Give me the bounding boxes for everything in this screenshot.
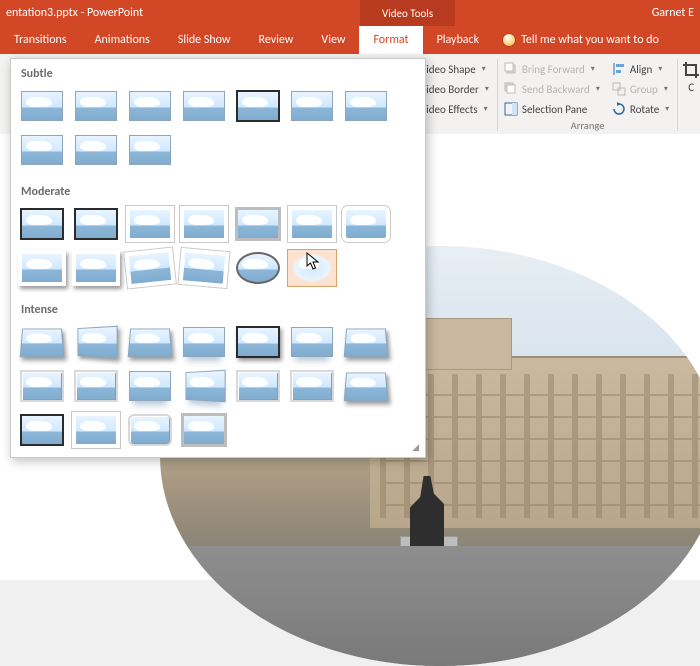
chevron-down-icon: ▾	[485, 84, 489, 94]
style-thumb[interactable]	[179, 87, 229, 125]
rotate-icon	[612, 102, 626, 116]
tell-me-search[interactable]: Tell me what you want to do	[493, 26, 669, 54]
send-backward-icon	[504, 82, 518, 96]
style-thumb[interactable]	[287, 87, 337, 125]
style-thumb[interactable]	[125, 249, 175, 287]
arrange-group-label: Arrange	[498, 119, 677, 132]
style-thumb[interactable]	[341, 205, 391, 243]
style-thumb[interactable]	[17, 323, 67, 361]
account-name[interactable]: Garnet E	[652, 0, 694, 26]
send-backward-button[interactable]: Send Backward▾	[502, 79, 602, 99]
document-title: entation3.pptx - PowerPoint	[0, 6, 143, 20]
style-thumb[interactable]	[71, 323, 121, 361]
style-thumb[interactable]	[125, 367, 175, 405]
crop-icon	[682, 61, 700, 79]
style-thumb-selected[interactable]	[287, 249, 337, 287]
style-thumb[interactable]	[71, 87, 121, 125]
rotate-button[interactable]: Rotate▾	[610, 99, 671, 119]
style-thumb[interactable]	[341, 367, 391, 405]
style-thumb[interactable]	[17, 249, 67, 287]
style-thumb[interactable]	[233, 323, 283, 361]
tab-format[interactable]: Format	[359, 26, 422, 54]
style-thumb[interactable]	[125, 205, 175, 243]
style-thumb[interactable]	[17, 205, 67, 243]
tab-playback[interactable]: Playback	[423, 26, 494, 54]
style-thumb[interactable]	[341, 323, 391, 361]
tab-review[interactable]: Review	[245, 26, 308, 54]
style-thumb[interactable]	[125, 87, 175, 125]
style-thumb[interactable]	[17, 411, 67, 449]
style-thumb[interactable]	[71, 249, 121, 287]
style-thumb[interactable]	[233, 367, 283, 405]
style-thumb[interactable]	[287, 205, 337, 243]
chevron-down-icon: ▾	[482, 64, 486, 74]
style-thumb[interactable]	[125, 323, 175, 361]
gallery-resize-handle[interactable]: ◢	[412, 442, 419, 453]
style-thumb[interactable]	[287, 323, 337, 361]
style-thumb[interactable]	[17, 367, 67, 405]
gallery-section-moderate: Moderate	[11, 177, 425, 205]
tab-view[interactable]: View	[307, 26, 359, 54]
bring-forward-button[interactable]: Bring Forward▾	[502, 59, 602, 79]
contextual-tools-label: Video Tools	[360, 0, 455, 26]
chevron-down-icon: ▾	[484, 104, 488, 114]
style-thumb[interactable]	[179, 323, 229, 361]
ribbon-tabs: Transitions Animations Slide Show Review…	[0, 26, 700, 54]
style-thumb[interactable]	[71, 205, 121, 243]
bring-forward-icon	[504, 62, 518, 76]
style-thumb[interactable]	[233, 87, 283, 125]
style-thumb[interactable]	[287, 367, 337, 405]
style-thumb[interactable]	[179, 249, 229, 287]
style-thumb[interactable]	[125, 131, 175, 169]
selection-pane-button[interactable]: Selection Pane	[502, 99, 602, 119]
gallery-section-intense: Intense	[11, 295, 425, 323]
style-thumb[interactable]	[233, 249, 283, 287]
style-thumb[interactable]	[71, 367, 121, 405]
style-thumb[interactable]	[233, 205, 283, 243]
style-thumb[interactable]	[71, 411, 121, 449]
group-button[interactable]: Group▾	[610, 79, 671, 99]
align-button[interactable]: Align▾	[610, 59, 671, 79]
tab-transitions[interactable]: Transitions	[0, 26, 81, 54]
tell-me-placeholder: Tell me what you want to do	[521, 33, 659, 47]
group-icon	[612, 82, 626, 96]
style-thumb[interactable]	[179, 367, 229, 405]
tab-slide-show[interactable]: Slide Show	[164, 26, 245, 54]
crop-button[interactable]: C	[682, 59, 700, 94]
selection-pane-icon	[504, 102, 518, 116]
style-thumb[interactable]	[179, 205, 229, 243]
style-thumb[interactable]	[179, 411, 229, 449]
align-icon	[612, 62, 626, 76]
style-thumb[interactable]	[17, 131, 67, 169]
lightbulb-icon	[503, 34, 515, 46]
style-thumb[interactable]	[71, 131, 121, 169]
style-thumb[interactable]	[17, 87, 67, 125]
title-bar: entation3.pptx - PowerPoint Video Tools …	[0, 0, 700, 26]
style-thumb[interactable]	[341, 87, 391, 125]
video-styles-gallery: Subtle Moderate Intense	[10, 58, 426, 458]
style-thumb[interactable]	[125, 411, 175, 449]
gallery-section-subtle: Subtle	[11, 59, 425, 87]
tab-animations[interactable]: Animations	[81, 26, 164, 54]
